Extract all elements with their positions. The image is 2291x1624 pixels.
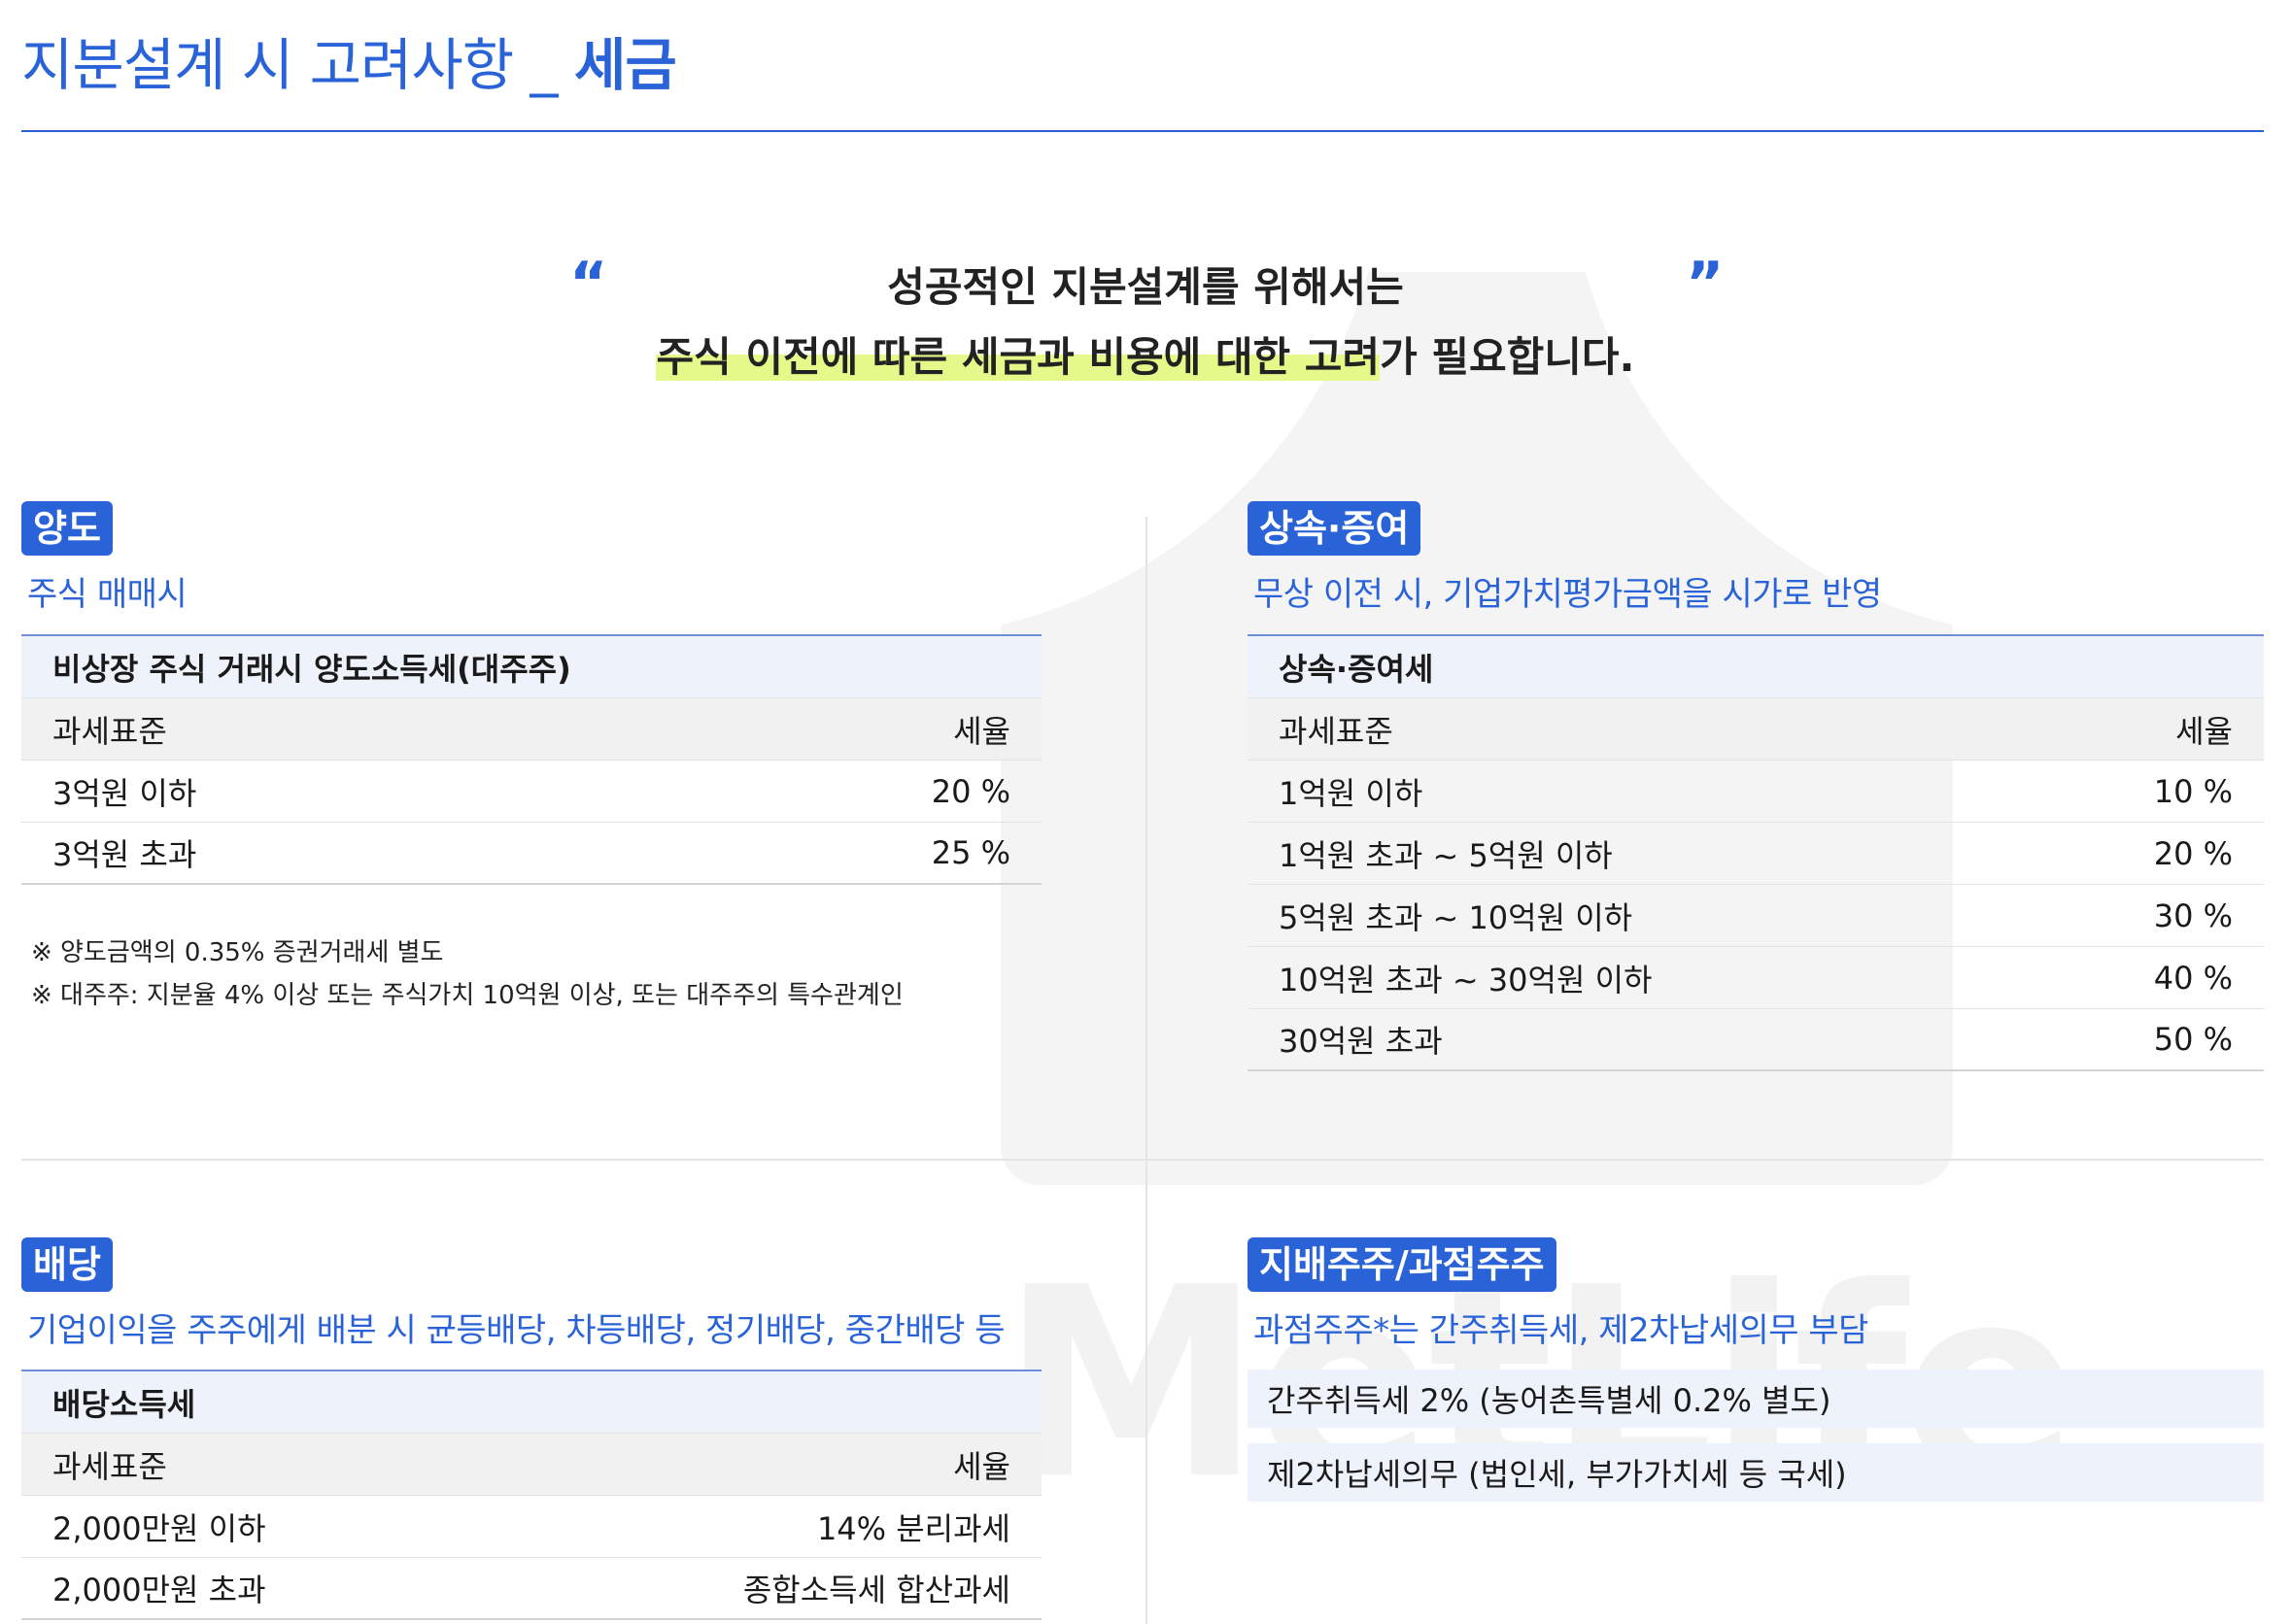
row-base: 2,000만원 이하 xyxy=(52,1509,266,1547)
page-title-emphasis: 세금 xyxy=(574,32,677,98)
inheritance-subtitle: 무상 이전 시, 기업가치평가금액을 시가로 반영 xyxy=(1253,575,1882,614)
transfer-table-caption: 비상장 주식 거래시 양도소득세(대주주) xyxy=(21,636,1042,698)
quote-line-2-rest: 가 필요합니다. xyxy=(1380,333,1635,381)
page-title-prefix: 지분설계 시 고려사항 _ xyxy=(21,32,574,98)
page-title: 지분설계 시 고려사항 _ 세금 xyxy=(21,19,677,101)
header-base: 과세표준 xyxy=(52,712,167,750)
controlling-subtitle: 과점주주*는 간주취득세, 제2차납세의무 부담 xyxy=(1253,1311,1868,1350)
row-base: 30억원 초과 xyxy=(1279,1023,1443,1060)
table-row: 1억원 이하 10 % xyxy=(1248,761,2264,823)
header-base: 과세표준 xyxy=(52,1447,167,1485)
row-base: 5억원 초과 ~ 10억원 이하 xyxy=(1279,898,1633,936)
row-base: 2,000만원 초과 xyxy=(52,1572,266,1608)
table-row: 30억원 초과 50 % xyxy=(1248,1009,2264,1071)
row-rate: 40 % xyxy=(2153,959,2233,997)
transfer-subtitle: 주식 매매시 xyxy=(27,575,188,614)
dividend-table-header: 과세표준 세율 xyxy=(21,1434,1042,1496)
row-rate: 50 % xyxy=(2153,1021,2233,1058)
controlling-item-2: 제2차납세의무 (법인세, 부가가치세 등 국세) xyxy=(1248,1443,2264,1502)
row-rate: 종합소득세 합산과세 xyxy=(742,1572,1010,1608)
row-rate: 25 % xyxy=(931,834,1010,871)
table-row: 1억원 초과 ~ 5억원 이하 20 % xyxy=(1248,823,2264,885)
transfer-badge: 양도 xyxy=(21,501,113,556)
dividend-table-caption: 배당소득세 xyxy=(21,1371,1042,1434)
row-base: 10억원 초과 ~ 30억원 이하 xyxy=(1279,961,1653,998)
table-row: 2,000만원 초과 종합소득세 합산과세 xyxy=(21,1558,1042,1620)
header-rate: 세율 xyxy=(953,1447,1010,1485)
transfer-note-1: ※ 양도금액의 0.35% 증권거래세 별도 xyxy=(31,938,444,967)
row-rate: 20 % xyxy=(2153,834,2233,872)
transfer-note-2: ※ 대주주: 지분율 4% 이상 또는 주식가치 10억원 이상, 또는 대주주… xyxy=(31,981,904,1010)
dividend-badge: 배당 xyxy=(21,1237,113,1292)
inheritance-table-caption: 상속·증여세 xyxy=(1248,636,2264,698)
table-row: 3억원 이하 20 % xyxy=(21,761,1042,823)
horizontal-divider xyxy=(21,1159,2264,1161)
inheritance-table-header: 과세표준 세율 xyxy=(1248,698,2264,761)
transfer-table-header: 과세표준 세율 xyxy=(21,698,1042,761)
header-rate: 세율 xyxy=(2175,712,2233,750)
dividend-caption-text: 배당소득세 xyxy=(52,1385,196,1423)
row-rate: 10 % xyxy=(2153,772,2233,810)
row-rate: 20 % xyxy=(931,772,1010,810)
inheritance-badge: 상속·증여 xyxy=(1248,501,1421,556)
row-base: 1억원 초과 ~ 5억원 이하 xyxy=(1279,836,1613,874)
row-rate: 14% 분리과세 xyxy=(816,1509,1010,1547)
quote-line-1: 성공적인 지분설계를 위해서는 xyxy=(887,263,1404,311)
table-row: 5억원 초과 ~ 10억원 이하 30 % xyxy=(1248,885,2264,947)
table-row: 2,000만원 이하 14% 분리과세 xyxy=(21,1496,1042,1558)
row-rate: 30 % xyxy=(2153,897,2233,934)
title-divider xyxy=(21,130,2264,132)
header-base: 과세표준 xyxy=(1279,712,1393,750)
header-rate: 세율 xyxy=(953,712,1010,750)
quote-highlight: 주식 이전에 따른 세금과 비용에 대한 고려 xyxy=(656,333,1381,381)
controlling-badge: 지배주주/과점주주 xyxy=(1248,1237,1556,1292)
controlling-item-1: 간주취득세 2% (농어촌특별세 0.2% 별도) xyxy=(1248,1370,2264,1428)
transfer-caption-text: 비상장 주식 거래시 양도소득세(대주주) xyxy=(52,650,571,688)
table-row: 3억원 초과 25 % xyxy=(21,823,1042,885)
row-base: 3억원 초과 xyxy=(52,836,197,873)
quote-line-2: 주식 이전에 따른 세금과 비용에 대한 고려가 필요합니다. xyxy=(0,324,2291,384)
row-base: 1억원 이하 xyxy=(1279,774,1423,812)
dividend-subtitle: 기업이익을 주주에게 배분 시 균등배당, 차등배당, 정기배당, 중간배당 등 xyxy=(27,1311,1006,1350)
inheritance-table: 상속·증여세 과세표준 세율 1억원 이하 10 % 1억원 초과 ~ 5억원 이하… xyxy=(1248,634,2264,1071)
table-row: 10억원 초과 ~ 30억원 이하 40 % xyxy=(1248,947,2264,1009)
row-base: 3억원 이하 xyxy=(52,774,197,812)
vertical-divider xyxy=(1146,517,1147,1624)
dividend-table: 배당소득세 과세표준 세율 2,000만원 이하 14% 분리과세 2,000만원 … xyxy=(21,1370,1042,1620)
inheritance-caption-text: 상속·증여세 xyxy=(1279,650,1434,688)
transfer-table: 비상장 주식 거래시 양도소득세(대주주) 과세표준 세율 3억원 이하 20 % … xyxy=(21,634,1042,885)
